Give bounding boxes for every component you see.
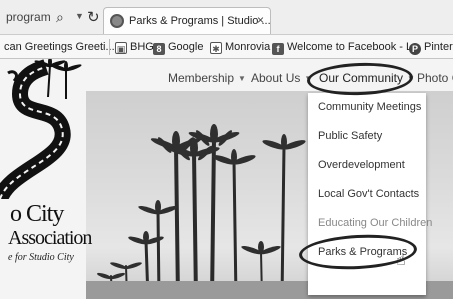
menu-item-community-meetings[interactable]: Community Meetings: [318, 101, 421, 113]
nav-item-about-us[interactable]: About Us ▼: [251, 71, 312, 85]
logo-tagline: e for Studio City: [8, 252, 74, 263]
bookmark-item[interactable]: P Pinter: [409, 41, 453, 55]
search-icon[interactable]: ⌕: [56, 9, 64, 26]
site-logo[interactable]: o City Association e for Studio City: [0, 59, 92, 299]
hand-pointer-cursor-icon: ☝: [396, 252, 406, 269]
bookmark-item[interactable]: ✱ Monrovia: [210, 41, 270, 54]
address-bar-text[interactable]: program: [6, 10, 51, 24]
logo-text-association: Association: [8, 227, 92, 249]
nav-item-membership[interactable]: Membership ▼: [168, 71, 246, 85]
menu-item-educating-our-children[interactable]: Educating Our Children: [318, 217, 432, 229]
tab-title: Parks & Programs | Studio ...: [129, 15, 271, 27]
bookmark-label: Monrovia: [225, 41, 271, 53]
site-favicon-icon: [110, 14, 124, 28]
menu-item-overdevelopment[interactable]: Overdevelopment: [318, 159, 405, 171]
bookmark-label: Pinter: [424, 41, 453, 53]
nav-item-photo-gallery[interactable]: Photo G: [417, 71, 453, 85]
bookmark-label: Welcome to Facebook - L...: [287, 41, 422, 53]
logo-road-palms-icon: [0, 59, 82, 199]
bookmark-label: BHG: [130, 41, 154, 53]
logo-text-city: o City: [10, 201, 64, 227]
reload-icon[interactable]: ↻: [87, 8, 100, 26]
nav-label: Membership: [168, 71, 235, 85]
bookmarks-bar: can Greetings Greeti... ▣ BHG 8 Google ✱ Mo…: [0, 34, 453, 59]
bookmark-item[interactable]: ▣ BHG: [115, 41, 154, 54]
menu-item-public-safety[interactable]: Public Safety: [318, 130, 382, 142]
bookmark-label: can Greetings Greeti...: [4, 41, 115, 53]
nav-label: Photo G: [417, 71, 453, 85]
bookmark-item[interactable]: f Welcome to Facebook - L...: [272, 41, 421, 55]
bookmark-separator: [109, 39, 110, 55]
close-tab-icon[interactable]: ×: [257, 13, 264, 27]
browser-tab-strip: program ⌕ ▼ ↻ Parks & Programs | Studio …: [0, 0, 453, 38]
website-viewport: o City Association e for Studio City Mem…: [0, 59, 453, 299]
nav-label: About Us: [251, 71, 301, 85]
facebook-icon: f: [272, 43, 284, 55]
bookmark-item[interactable]: 8 Google: [153, 41, 203, 55]
browser-tab[interactable]: Parks & Programs | Studio ... ×: [103, 7, 271, 34]
dropdown-arrow-icon[interactable]: ▼: [75, 11, 84, 21]
bhg-icon: ▣: [115, 42, 127, 54]
menu-item-local-govt-contacts[interactable]: Local Gov't Contacts: [318, 188, 419, 200]
chevron-down-icon: ▼: [238, 74, 246, 83]
pinterest-icon: P: [409, 43, 421, 55]
bookmark-item[interactable]: can Greetings Greeti...: [4, 41, 115, 53]
google-icon: 8: [153, 43, 165, 55]
monrovia-icon: ✱: [210, 42, 222, 54]
bookmark-label: Google: [168, 41, 204, 53]
